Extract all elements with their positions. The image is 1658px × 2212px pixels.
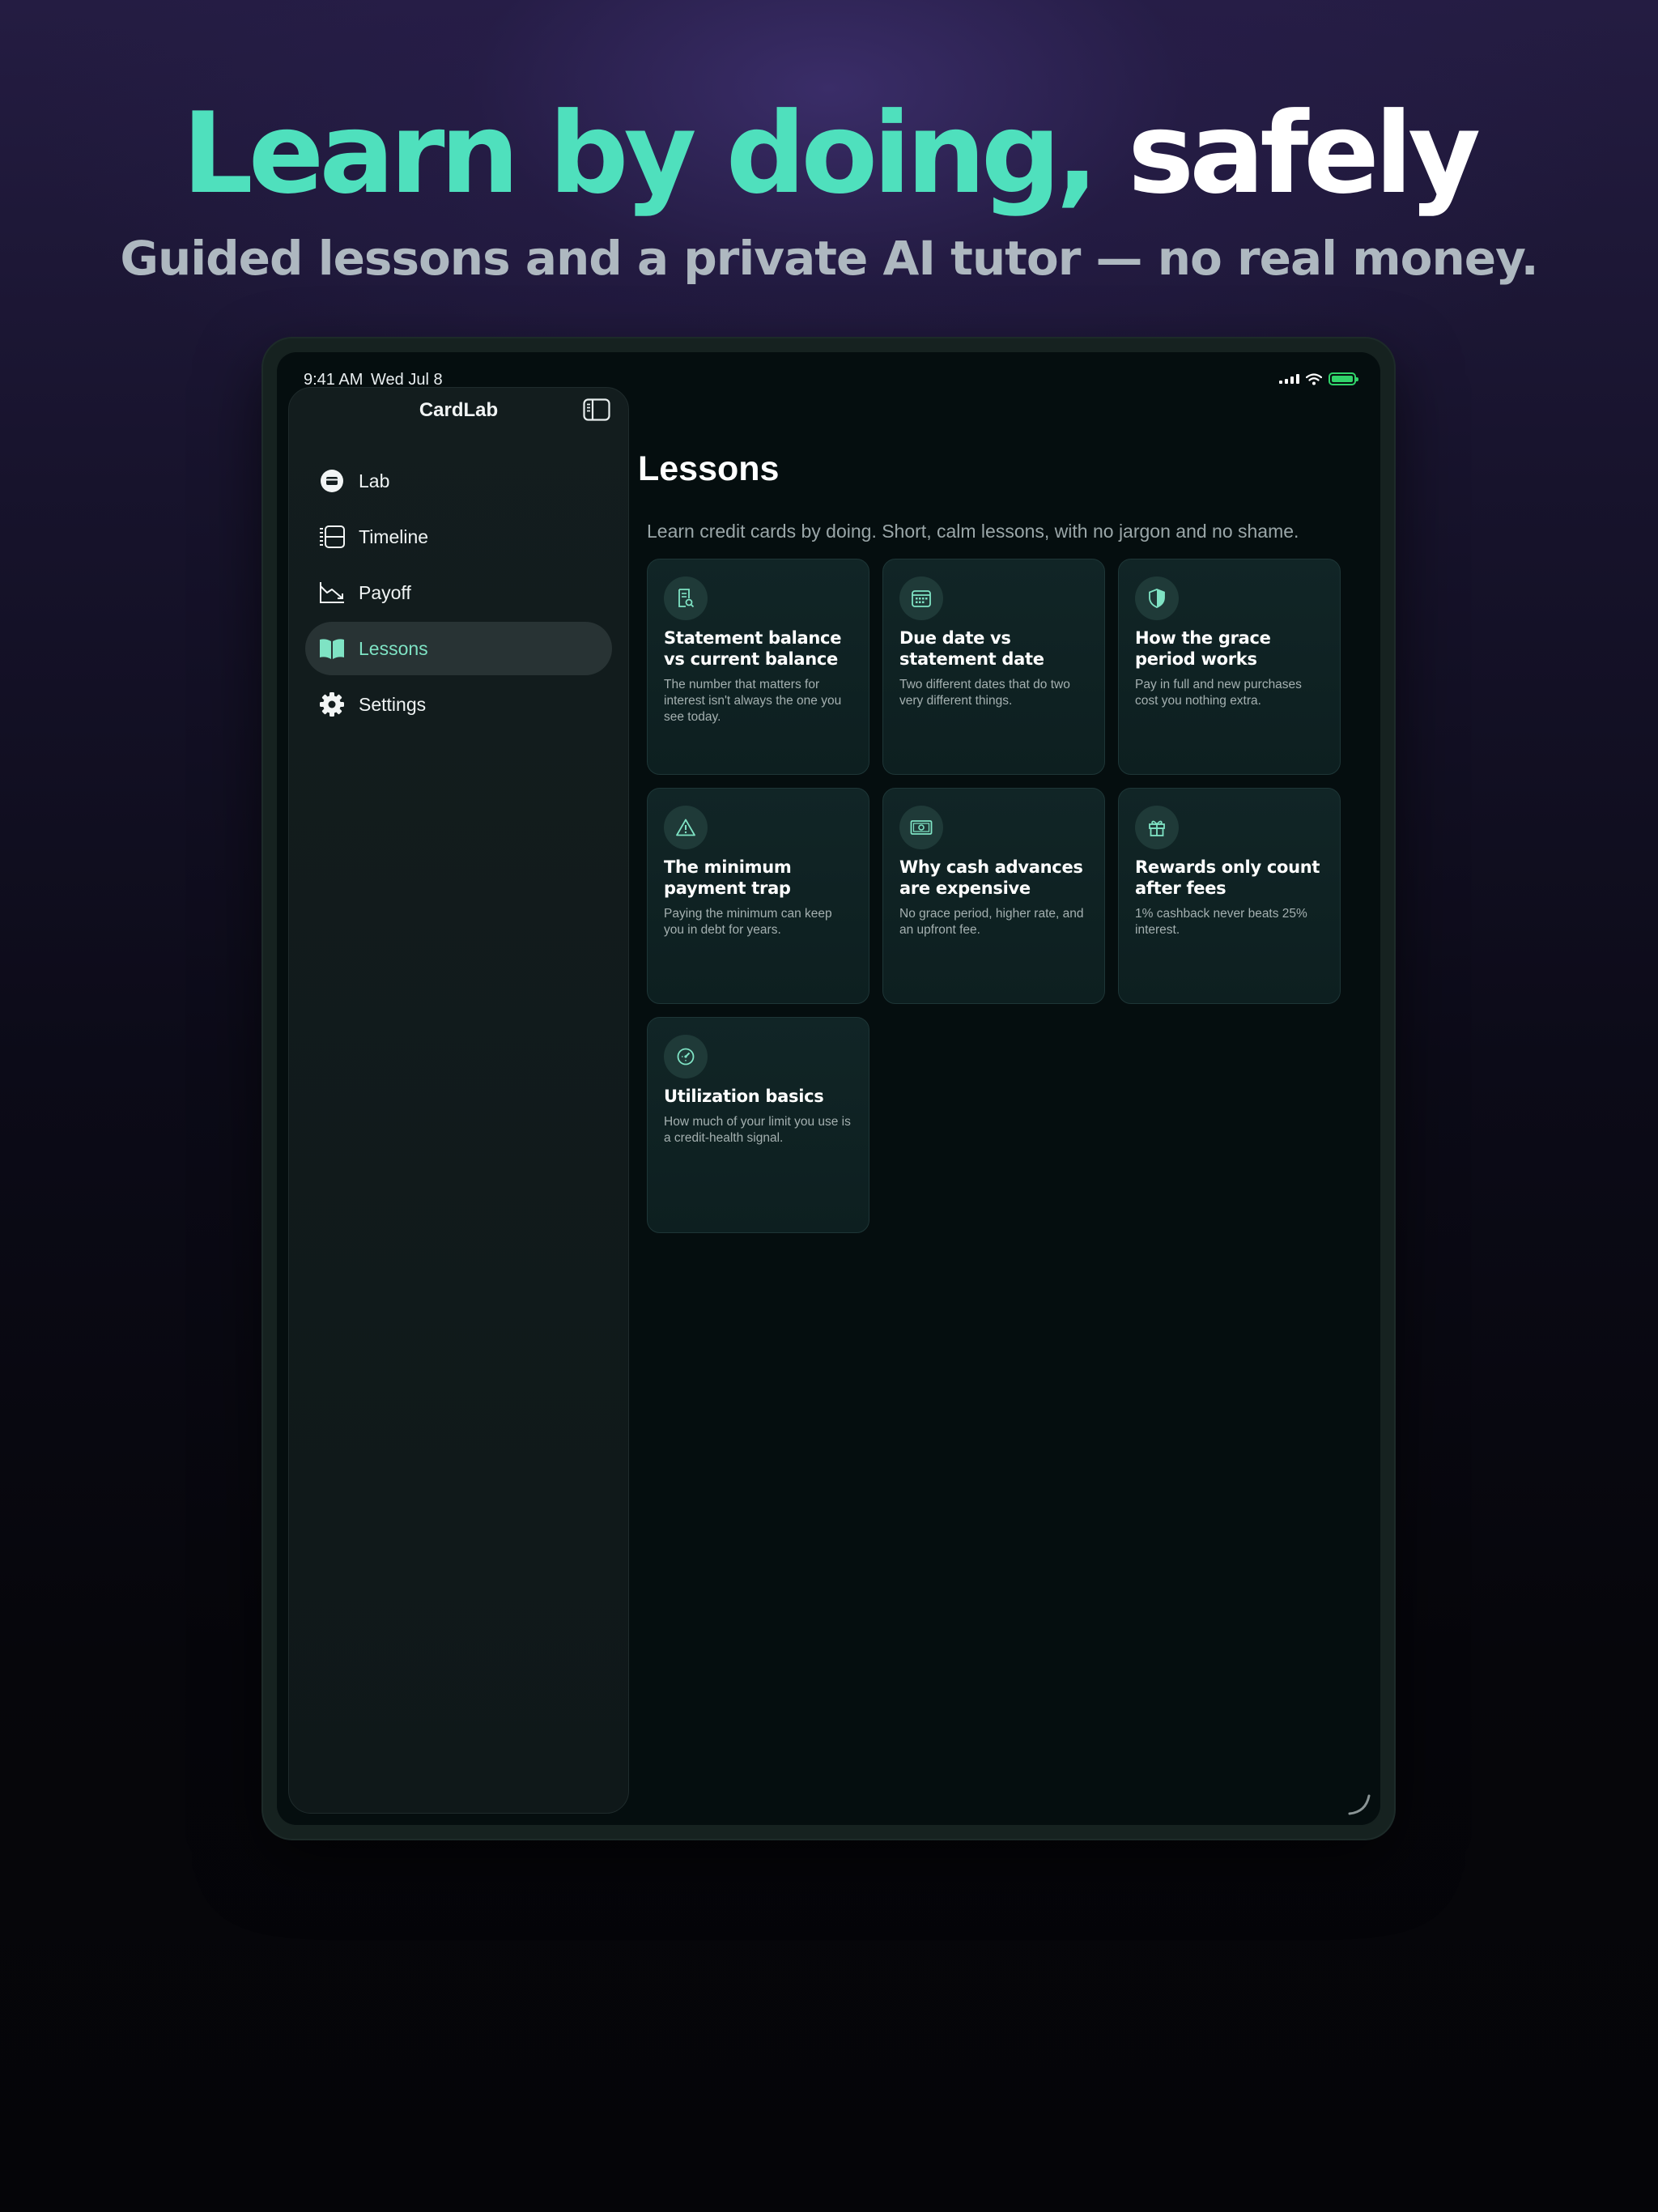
sidebar-item-label: Lab [359, 470, 390, 491]
sidebar-app-title: CardLab [419, 399, 499, 421]
sidebar-item-label: Payoff [359, 581, 411, 603]
lesson-card-description: No grace period, higher rate, and an upf… [899, 907, 1084, 937]
wifi-icon [1306, 372, 1322, 385]
lesson-card-description: The number that matters for interest isn… [664, 678, 842, 724]
sidebar-item-settings[interactable]: Settings [305, 678, 612, 731]
lesson-card-title: Why cash advances are expensive [899, 857, 1083, 898]
book-open-icon [317, 633, 347, 664]
lesson-card-title: Utilization basics [664, 1087, 824, 1106]
sidebar-item-timeline[interactable]: Timeline [305, 510, 612, 564]
page-title: Lessons [638, 449, 780, 488]
shield-icon [1135, 576, 1179, 620]
sidebar-nav: Lab Timeline Payoff Lessons Settings [305, 454, 612, 734]
lesson-card-due-date[interactable]: Due date vs statement date Two different… [882, 559, 1105, 775]
chart-down-icon [317, 577, 347, 608]
lesson-card-title: Due date vs statement date [899, 628, 1044, 669]
warning-triangle-icon [664, 806, 708, 849]
lesson-card-title: The minimum payment trap [664, 857, 792, 898]
status-icons [1279, 372, 1358, 385]
tablet-frame: 9:41 AM Wed Jul 8 CardLab Lab Timeline P… [263, 338, 1394, 1839]
sidebar-item-label: Lessons [359, 637, 428, 659]
cellular-signal-icon [1279, 374, 1299, 384]
gift-icon [1135, 806, 1179, 849]
window-resize-handle-icon[interactable] [1346, 1791, 1372, 1817]
lesson-card-description: Pay in full and new purchases cost you n… [1135, 678, 1302, 708]
sidebar-item-label: Timeline [359, 525, 429, 547]
status-bar: 9:41 AM Wed Jul 8 [277, 352, 1380, 389]
lesson-card-title: Statement balance vs current balance [664, 628, 842, 669]
sidebar-item-lessons[interactable]: Lessons [305, 622, 612, 675]
lesson-card-description: How much of your limit you use is a cred… [664, 1115, 851, 1145]
calendar-icon [899, 576, 943, 620]
sidebar-item-lab[interactable]: Lab [305, 454, 612, 508]
lesson-card-title: Rewards only count after fees [1135, 857, 1320, 898]
sidebar-item-label: Settings [359, 693, 427, 715]
banknote-icon [899, 806, 943, 849]
sidebar-toggle-icon[interactable] [583, 398, 610, 421]
tablet-screen: 9:41 AM Wed Jul 8 CardLab Lab Timeline P… [277, 352, 1380, 1825]
headline-white-part: safely [1128, 88, 1481, 219]
lesson-card-minimum-payment[interactable]: The minimum payment trap Paying the mini… [647, 788, 869, 1004]
lesson-card-grace-period[interactable]: How the grace period works Pay in full a… [1118, 559, 1341, 775]
gauge-icon [664, 1035, 708, 1078]
headline-green-part: Learn by doing, [181, 88, 1099, 219]
lesson-card-description: 1% cashback never beats 25% interest. [1135, 907, 1307, 937]
battery-charging-icon [1329, 372, 1358, 385]
lesson-card-cash-advances[interactable]: Why cash advances are expensive No grace… [882, 788, 1105, 1004]
lesson-card-title: How the grace period works [1135, 628, 1271, 669]
timeline-list-icon [317, 521, 347, 552]
sidebar: CardLab Lab Timeline Payoff Lessons Sett… [288, 387, 629, 1814]
gear-icon [317, 689, 347, 720]
page-subtitle: Learn credit cards by doing. Short, calm… [647, 521, 1299, 542]
lesson-card-rewards[interactable]: Rewards only count after fees 1% cashbac… [1118, 788, 1341, 1004]
lesson-card-utilization[interactable]: Utilization basics How much of your limi… [647, 1017, 869, 1233]
lesson-card-statement-balance[interactable]: Statement balance vs current balance The… [647, 559, 869, 775]
credit-card-circle-icon [317, 466, 347, 496]
hero-subheadline: Guided lessons and a private AI tutor — … [120, 231, 1538, 286]
lesson-card-description: Two different dates that do two very dif… [899, 678, 1070, 708]
hero-headline: Learn by doing, safely [0, 89, 1658, 219]
lesson-card-description: Paying the minimum can keep you in debt … [664, 907, 832, 937]
receipt-search-icon [664, 576, 708, 620]
sidebar-item-payoff[interactable]: Payoff [305, 566, 612, 619]
